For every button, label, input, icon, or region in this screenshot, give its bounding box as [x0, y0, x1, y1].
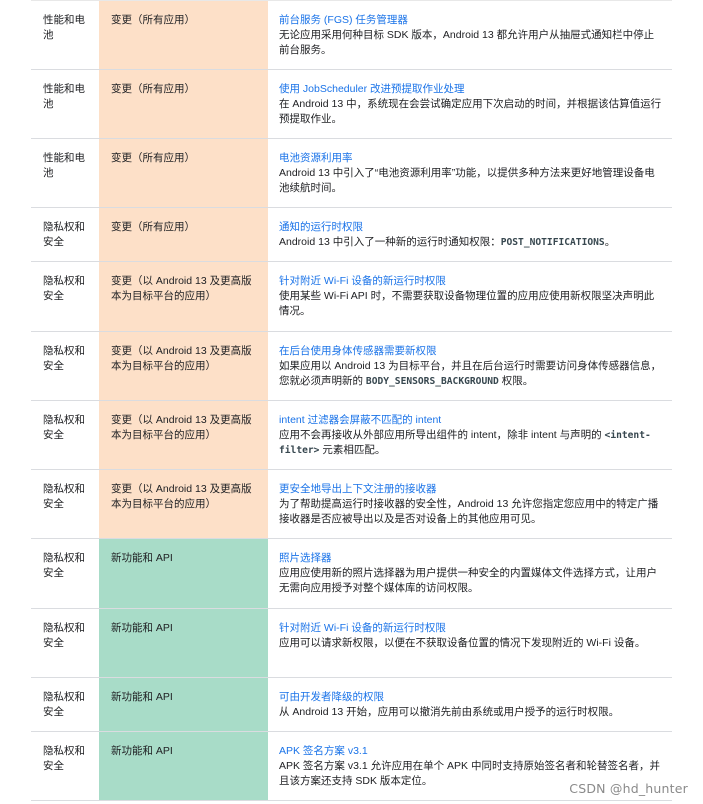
- row-area: 隐私权和安全: [43, 221, 85, 248]
- watermark: CSDN @hd_hunter: [569, 781, 688, 796]
- row-description: 照片选择器 应用应使用新的照片选择器为用户提供一种安全的内置媒体文件选择方式，让用…: [268, 539, 672, 608]
- row-description: intent 过滤器会屏蔽不匹配的 intent 应用不会再接收从外部应用所导出组…: [268, 401, 672, 469]
- feature-desc: 使用某些 Wi-Fi API 时，不需要获取设备物理位置的应用应使用新权限坚决声…: [279, 289, 662, 319]
- row-area: 隐私权和安全: [43, 552, 85, 579]
- feature-link[interactable]: 前台服务 (FGS) 任务管理器: [279, 13, 662, 28]
- feature-link[interactable]: 针对附近 Wi-Fi 设备的新运行时权限: [279, 621, 662, 636]
- row-description: 针对附近 Wi-Fi 设备的新运行时权限 使用某些 Wi-Fi API 时，不需要…: [268, 262, 672, 331]
- desc-text: 权限。: [498, 375, 534, 387]
- row-area: 隐私权和安全: [43, 483, 85, 510]
- feature-desc: 在 Android 13 中，系统现在会尝试确定应用下次启动的时间，并根据该估算…: [279, 97, 662, 127]
- row-type: 变更（所有应用）: [99, 70, 268, 138]
- row-description: 可由开发者降级的权限从 Android 13 开始，应用可以撤消先前由系统或用户…: [268, 678, 672, 731]
- changes-table: 性能和电池 变更（所有应用） 前台服务 (FGS) 任务管理器 无论应用采用何种目标 …: [31, 0, 672, 801]
- table-row: 隐私权和安全 变更（以 Android 13 及更高版本为目标平台的应用） 针对附近…: [31, 262, 672, 332]
- table-row: 性能和电池 变更（所有应用） 使用 JobScheduler 改进预提取作业处理在 …: [31, 70, 672, 139]
- row-description: 使用 JobScheduler 改进预提取作业处理在 Android 13 中，…: [268, 70, 672, 138]
- feature-link[interactable]: 使用 JobScheduler 改进预提取作业处理: [279, 82, 662, 97]
- row-type: 变更（所有应用）: [99, 208, 268, 261]
- row-description: 电池资源利用率 Android 13 中引入了“电池资源利用率”功能，以提供多种方…: [268, 139, 672, 207]
- table-row: 隐私权和安全 变更（以 Android 13 及更高版本为目标平台的应用） 更安全地…: [31, 470, 672, 539]
- row-type: 变更（所有应用）: [99, 1, 268, 69]
- desc-text: 元素相匹配。: [319, 444, 386, 456]
- row-type: 变更（以 Android 13 及更高版本为目标平台的应用）: [99, 262, 268, 331]
- desc-text: 在 Android 13 中，系统现在会尝试确定应用下次启动的时间，并根据该估算…: [279, 98, 662, 125]
- table-row: 隐私权和安全 新功能和 API 针对附近 Wi-Fi 设备的新运行时权限 应用可以请求…: [31, 609, 672, 678]
- row-description: 针对附近 Wi-Fi 设备的新运行时权限 应用可以请求新权限，以便在不获取设备位置…: [268, 609, 672, 677]
- desc-text: 应用不会再接收从外部应用所导出组件的 intent，除非 intent 与声明的: [279, 429, 605, 441]
- row-area: 隐私权和安全: [43, 745, 85, 772]
- row-area: 性能和电池: [43, 152, 85, 179]
- desc-text: 应用应使用新的照片选择器为用户提供一种安全的内置媒体文件选择方式，让用户无需向应…: [279, 567, 657, 594]
- desc-text: 应用可以请求新权限，以便在不获取设备位置的情况下发现附近的 Wi-Fi 设备。: [279, 637, 646, 649]
- feature-desc: 如果应用以 Android 13 为目标平台，并且在后台运行时需要访问身体传感器…: [279, 359, 662, 389]
- row-type: 变更（以 Android 13 及更高版本为目标平台的应用）: [99, 470, 268, 538]
- code-token: POST_NOTIFICATIONS: [500, 237, 605, 248]
- feature-link[interactable]: APK 签名方案 v3.1: [279, 744, 662, 759]
- row-type: 变更（所有应用）: [99, 139, 268, 207]
- feature-link[interactable]: intent 过滤器会屏蔽不匹配的 intent: [279, 413, 662, 428]
- row-area: 隐私权和安全: [43, 414, 85, 441]
- feature-desc: 应用不会再接收从外部应用所导出组件的 intent，除非 intent 与声明的…: [279, 428, 662, 458]
- feature-link[interactable]: 照片选择器: [279, 551, 662, 566]
- feature-desc: Android 13 中引入了“电池资源利用率”功能，以提供多种方法来更好地管理…: [279, 166, 662, 196]
- row-type: 新功能和 API: [99, 732, 268, 800]
- feature-desc: 从 Android 13 开始，应用可以撤消先前由系统或用户授予的运行时权限。: [279, 705, 662, 720]
- table-row: 性能和电池 变更（所有应用） 电池资源利用率 Android 13 中引入了“电池资源…: [31, 139, 672, 208]
- row-area: 隐私权和安全: [43, 275, 85, 302]
- desc-text: 无论应用采用何种目标 SDK 版本，Android 13 都允许用户从抽屉式通知…: [279, 29, 655, 56]
- table-row: 性能和电池 变更（所有应用） 前台服务 (FGS) 任务管理器 无论应用采用何种目标 …: [31, 1, 672, 70]
- feature-desc: 无论应用采用何种目标 SDK 版本，Android 13 都允许用户从抽屉式通知…: [279, 28, 662, 58]
- row-type: 变更（以 Android 13 及更高版本为目标平台的应用）: [99, 332, 268, 400]
- feature-link[interactable]: 更安全地导出上下文注册的接收器: [279, 482, 662, 497]
- table-row: 隐私权和安全 新功能和 API 照片选择器 应用应使用新的照片选择器为用户提供一种安全…: [31, 539, 672, 609]
- row-area: 性能和电池: [43, 83, 85, 110]
- row-description: 更安全地导出上下文注册的接收器 为了帮助提高运行时接收器的安全性，Android …: [268, 470, 672, 538]
- feature-link[interactable]: 可由开发者降级的权限: [279, 690, 662, 705]
- row-type: 新功能和 API: [99, 609, 268, 677]
- desc-text: 为了帮助提高运行时接收器的安全性，Android 13 允许您指定您应用中的特定…: [279, 498, 659, 525]
- row-description: 在后台使用身体传感器需要新权限 如果应用以 Android 13 为目标平台，并且…: [268, 332, 672, 400]
- feature-desc: 应用应使用新的照片选择器为用户提供一种安全的内置媒体文件选择方式，让用户无需向应…: [279, 566, 662, 596]
- feature-link[interactable]: 在后台使用身体传感器需要新权限: [279, 344, 662, 359]
- row-type: 新功能和 API: [99, 539, 268, 608]
- table-row: 隐私权和安全 变更（所有应用） 通知的运行时权限 Android 13 中引入了一种新…: [31, 208, 672, 262]
- code-token: BODY_SENSORS_BACKGROUND: [365, 376, 499, 387]
- feature-link[interactable]: 通知的运行时权限: [279, 220, 662, 235]
- table-row: 隐私权和安全 新功能和 API 可由开发者降级的权限从 Android 13 开始，…: [31, 678, 672, 732]
- row-area: 隐私权和安全: [43, 622, 85, 649]
- desc-text: Android 13 中引入了一种新的运行时通知权限：: [279, 236, 501, 248]
- feature-link[interactable]: 针对附近 Wi-Fi 设备的新运行时权限: [279, 274, 662, 289]
- desc-text: Android 13 中引入了“电池资源利用率”功能，以提供多种方法来更好地管理…: [279, 167, 655, 194]
- row-type: 新功能和 API: [99, 678, 268, 731]
- row-description: 通知的运行时权限 Android 13 中引入了一种新的运行时通知权限：POST_…: [268, 208, 672, 261]
- feature-desc: 为了帮助提高运行时接收器的安全性，Android 13 允许您指定您应用中的特定…: [279, 497, 662, 527]
- table-row: 隐私权和安全 变更（以 Android 13 及更高版本为目标平台的应用） inte…: [31, 401, 672, 470]
- desc-text: 。: [604, 236, 616, 248]
- row-area: 隐私权和安全: [43, 345, 85, 372]
- table-row: 隐私权和安全 变更（以 Android 13 及更高版本为目标平台的应用） 在后台使…: [31, 332, 672, 401]
- feature-desc: Android 13 中引入了一种新的运行时通知权限：POST_NOTIFICA…: [279, 235, 662, 250]
- row-area: 隐私权和安全: [43, 691, 85, 718]
- desc-text: 从 Android 13 开始，应用可以撤消先前由系统或用户授予的运行时权限。: [279, 706, 620, 718]
- row-type: 变更（以 Android 13 及更高版本为目标平台的应用）: [99, 401, 268, 469]
- row-description: 前台服务 (FGS) 任务管理器 无论应用采用何种目标 SDK 版本，Androi…: [268, 1, 672, 69]
- row-area: 性能和电池: [43, 14, 85, 41]
- desc-text: 使用某些 Wi-Fi API 时，不需要获取设备物理位置的应用应使用新权限坚决声…: [279, 290, 655, 317]
- feature-desc: 应用可以请求新权限，以便在不获取设备位置的情况下发现附近的 Wi-Fi 设备。: [279, 636, 662, 651]
- feature-link[interactable]: 电池资源利用率: [279, 151, 662, 166]
